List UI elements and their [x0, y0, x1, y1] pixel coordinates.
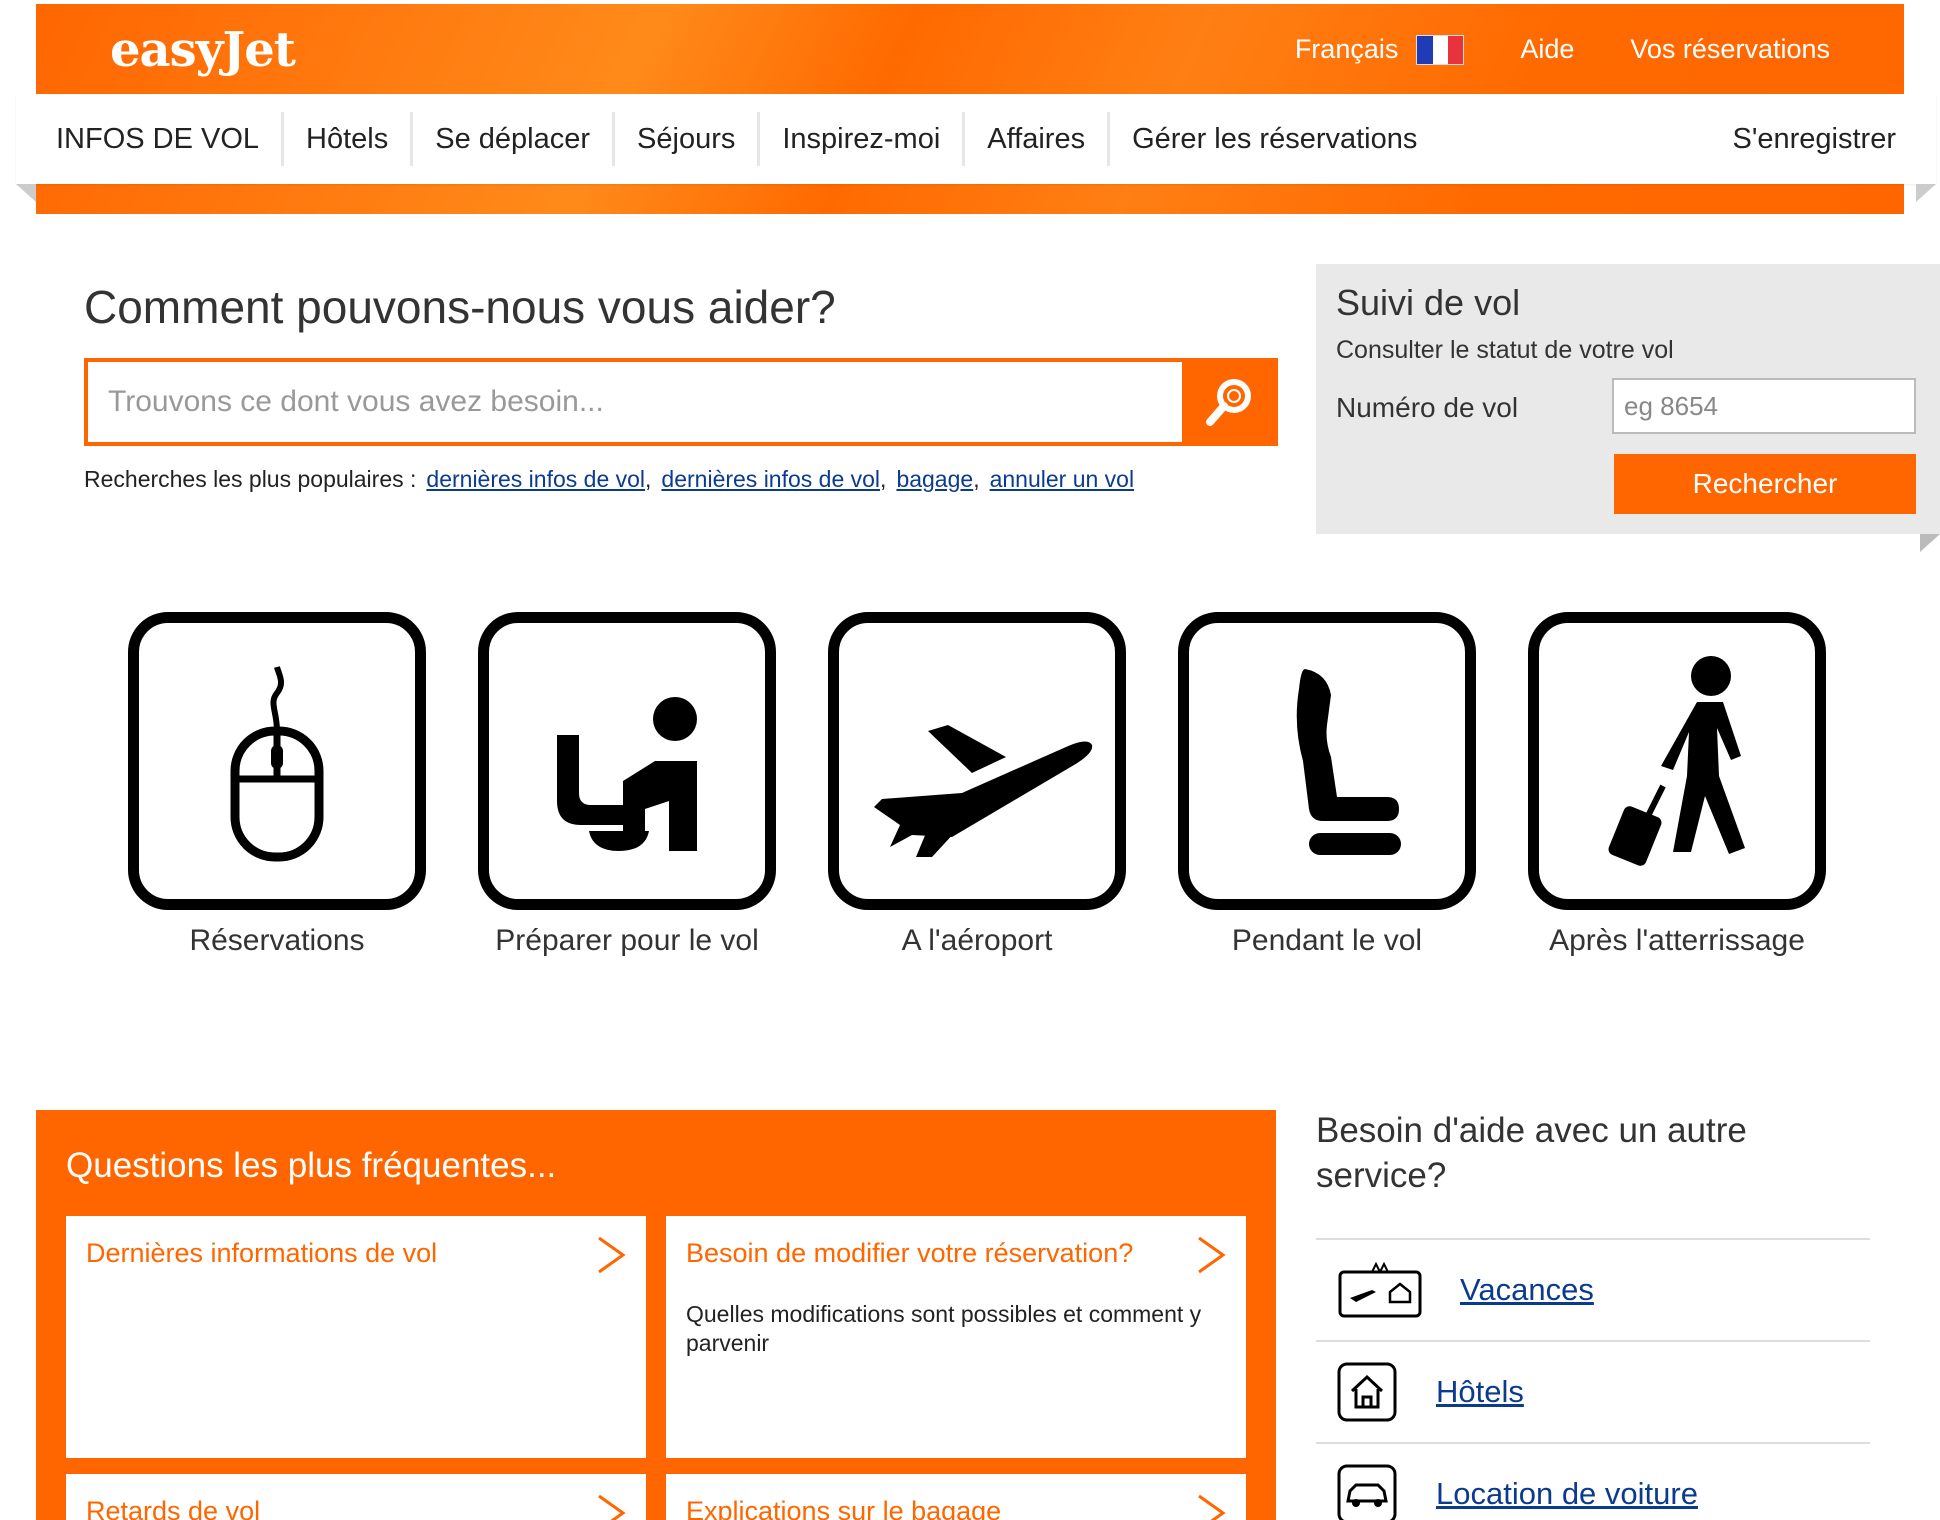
popular-searches-label: Recherches les plus populaires :: [84, 466, 417, 492]
walking-with-luggage-icon: [1608, 656, 1745, 866]
flight-tracker-subtitle: Consulter le statut de votre vol: [1336, 336, 1674, 364]
help-categories: Réservations Préparer pour le vol A l'aé…: [128, 612, 1826, 958]
seat-icon: [1296, 669, 1401, 855]
chevron-right-icon: [1198, 1494, 1226, 1520]
service-hotels-link[interactable]: Hôtels: [1436, 1374, 1524, 1410]
category-prepare-tile[interactable]: [478, 612, 776, 910]
chevron-right-icon: [598, 1494, 626, 1520]
faq-card-delays[interactable]: Retards de vol: [66, 1474, 646, 1520]
main-nav: INFOS DE VOL Hôtels Se déplacer Séjours …: [16, 94, 1936, 184]
holidays-icon: [1338, 1261, 1422, 1318]
help-search-box: [84, 358, 1278, 446]
help-title: Comment pouvons-nous vous aider?: [84, 281, 836, 333]
faq-card-title: Explications sur le bagage: [686, 1496, 1002, 1520]
service-holidays-link[interactable]: Vacances: [1460, 1272, 1594, 1308]
check-in-desk-icon: [557, 697, 697, 851]
service-holidays[interactable]: Vacances: [1316, 1238, 1870, 1340]
faq-card-title: Retards de vol: [86, 1496, 261, 1520]
flight-number-input[interactable]: [1612, 378, 1916, 434]
help-search-input[interactable]: [88, 362, 1182, 442]
search-button[interactable]: [1182, 362, 1274, 442]
category-inflight-tile[interactable]: [1178, 612, 1476, 910]
flight-tracker-title: Suivi de vol: [1336, 282, 1521, 323]
nav-item-inspire-me[interactable]: Inspirez-moi: [760, 112, 966, 166]
mouse-icon: [230, 666, 324, 862]
tracker-fold: [1920, 534, 1940, 552]
my-bookings-link[interactable]: Vos réservations: [1630, 34, 1830, 65]
help-link[interactable]: Aide: [1520, 34, 1574, 65]
search-icon: [1206, 379, 1251, 426]
plane-takeoff-icon: [874, 725, 1093, 857]
faq-card-title: Besoin de modifier votre réservation?: [686, 1238, 1134, 1268]
category-bookings-label: Réservations: [189, 924, 365, 957]
faq-card-modify-booking[interactable]: Besoin de modifier votre réservation? Qu…: [666, 1216, 1246, 1458]
flight-tracker-panel: Suivi de vol Consulter le statut de votr…: [1316, 264, 1940, 534]
chevron-right-icon: [598, 1236, 626, 1274]
category-airport-tile[interactable]: [828, 612, 1126, 910]
faq-card-latest-info[interactable]: Dernières informations de vol: [66, 1216, 646, 1458]
popular-link-latest-flight-info-2[interactable]: dernières infos de vol: [661, 466, 880, 492]
nav-item-manage-bookings[interactable]: Gérer les réservations: [1110, 112, 1439, 166]
popular-link-latest-flight-info[interactable]: dernières infos de vol: [426, 466, 645, 492]
service-car-rental-link[interactable]: Location de voiture: [1436, 1476, 1698, 1512]
category-inflight[interactable]: Pendant le vol: [1178, 612, 1476, 958]
check-in-link[interactable]: S'enregistrer: [1733, 123, 1897, 156]
category-prepare[interactable]: Préparer pour le vol: [478, 612, 776, 958]
category-after-landing[interactable]: Après l'atterrissage: [1528, 612, 1826, 958]
chevron-right-icon: [1198, 1236, 1226, 1274]
category-after-landing-tile[interactable]: [1528, 612, 1826, 910]
top-links: Français Aide Vos réservations: [1295, 34, 1830, 65]
car-icon: [1337, 1464, 1397, 1520]
category-bookings[interactable]: Réservations: [128, 612, 426, 958]
nav-item-holidays[interactable]: Séjours: [615, 112, 761, 166]
faq-card-baggage[interactable]: Explications sur le bagage: [666, 1474, 1246, 1520]
service-car-rental[interactable]: Location de voiture: [1316, 1442, 1870, 1520]
nav-item-flight-info[interactable]: INFOS DE VOL: [16, 112, 285, 166]
category-after-landing-label: Après l'atterrissage: [1549, 924, 1805, 957]
nav-fold-left: [16, 184, 36, 202]
language-selector[interactable]: Français: [1295, 34, 1465, 65]
nav-item-hotels[interactable]: Hôtels: [284, 112, 414, 166]
faq-section: Questions les plus fréquentes... Dernièr…: [36, 1110, 1276, 1520]
category-airport[interactable]: A l'aéroport: [828, 612, 1126, 958]
category-bookings-tile[interactable]: [128, 612, 426, 910]
french-flag-icon: [1416, 34, 1465, 65]
category-prepare-label: Préparer pour le vol: [495, 924, 759, 957]
easyjet-logo[interactable]: easyJet: [110, 22, 296, 78]
popular-link-baggage[interactable]: bagage: [896, 466, 973, 492]
faq-title: Questions les plus fréquentes...: [66, 1146, 557, 1185]
faq-card-title: Dernières informations de vol: [86, 1238, 438, 1268]
service-hotels[interactable]: Hôtels: [1316, 1340, 1870, 1442]
other-services-title: Besoin d'aide avec un autre service?: [1316, 1111, 1747, 1195]
popular-searches: Recherches les plus populaires : dernièr…: [84, 466, 1135, 492]
nav-item-getting-around[interactable]: Se déplacer: [413, 112, 616, 166]
faq-card-desc: Quelles modifications sont possibles et …: [686, 1301, 1202, 1356]
popular-link-cancel-flight[interactable]: annuler un vol: [990, 466, 1135, 492]
nav-fold-right: [1916, 184, 1936, 202]
flight-number-label: Numéro de vol: [1336, 392, 1519, 423]
track-flight-button[interactable]: Rechercher: [1614, 454, 1916, 514]
hotel-icon: [1337, 1362, 1397, 1422]
category-airport-label: A l'aéroport: [901, 924, 1053, 957]
nav-item-business[interactable]: Affaires: [965, 112, 1111, 166]
category-inflight-label: Pendant le vol: [1231, 924, 1423, 957]
language-label: Français: [1294, 34, 1399, 64]
